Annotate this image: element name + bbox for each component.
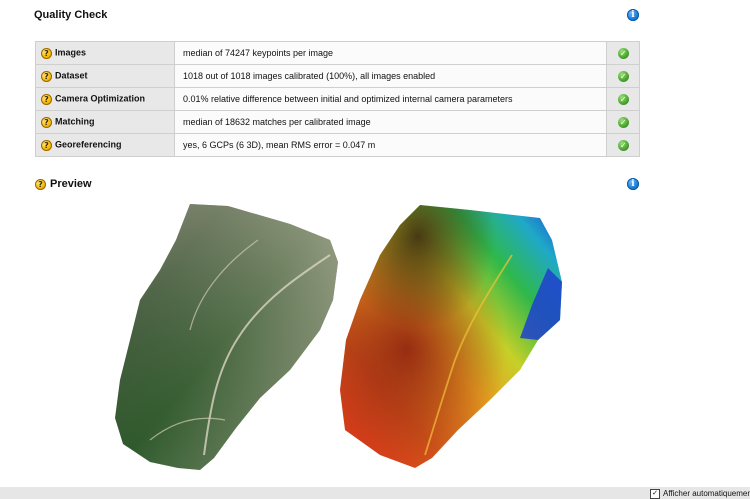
checkbox-label: Afficher automatiquement bbox=[663, 489, 750, 498]
check-ok-icon: ✓ bbox=[617, 70, 629, 82]
help-icon[interactable]: ? bbox=[41, 139, 52, 151]
help-icon[interactable]: ? bbox=[41, 116, 52, 128]
table-row: ? Georeferencing yes, 6 GCPs (6 3D), mean… bbox=[35, 133, 640, 157]
table-row: ? Images median of 74247 keypoints per im… bbox=[35, 41, 640, 65]
orthomosaic-preview bbox=[115, 204, 338, 470]
checkbox-icon[interactable]: ✓ bbox=[650, 489, 660, 499]
row-label: Georeferencing bbox=[55, 140, 122, 151]
dsm-elevation-preview bbox=[340, 205, 562, 468]
help-icon[interactable]: ? bbox=[41, 70, 52, 82]
row-value: yes, 6 GCPs (6 3D), mean RMS error = 0.0… bbox=[173, 133, 608, 157]
check-ok-icon: ✓ bbox=[617, 93, 629, 105]
row-value: median of 18632 matches per calibrated i… bbox=[173, 110, 608, 134]
row-label: Matching bbox=[55, 117, 95, 128]
preview-title: Preview bbox=[50, 178, 92, 190]
quality-check-title: Quality Check bbox=[34, 9, 108, 21]
table-row: ? Matching median of 18632 matches per ca… bbox=[35, 110, 640, 134]
auto-display-checkbox[interactable]: ✓ Afficher automatiquement bbox=[650, 489, 750, 499]
help-icon[interactable]: ? bbox=[41, 93, 52, 105]
info-icon[interactable]: i bbox=[627, 178, 639, 190]
row-label: Camera Optimization bbox=[55, 94, 146, 105]
row-value: 1018 out of 1018 images calibrated (100%… bbox=[173, 64, 608, 88]
info-icon[interactable]: i bbox=[627, 9, 639, 21]
row-value: 0.01% relative difference between initia… bbox=[173, 87, 608, 111]
check-ok-icon: ✓ bbox=[617, 47, 629, 59]
check-ok-icon: ✓ bbox=[617, 139, 629, 151]
row-label: Images bbox=[55, 48, 87, 59]
help-icon[interactable]: ? bbox=[35, 178, 46, 190]
table-row: ? Dataset 1018 out of 1018 images calibra… bbox=[35, 64, 640, 88]
quality-check-table: ? Images median of 74247 keypoints per im… bbox=[35, 41, 640, 157]
bottom-bar bbox=[0, 487, 750, 499]
help-icon[interactable]: ? bbox=[41, 47, 52, 59]
preview-heading: ? Preview bbox=[35, 178, 92, 190]
row-value: median of 74247 keypoints per image bbox=[173, 41, 608, 65]
check-ok-icon: ✓ bbox=[617, 116, 629, 128]
table-row: ? Camera Optimization 0.01% relative diff… bbox=[35, 87, 640, 111]
row-label: Dataset bbox=[55, 71, 88, 82]
